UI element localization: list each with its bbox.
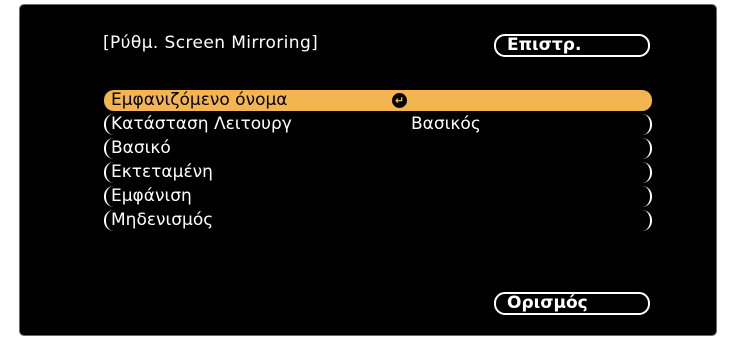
menu-item-reset[interactable]: Μηδενισμός [104,210,652,231]
menu-item-display[interactable]: Εμφάνιση [104,186,652,207]
menu-item-label: Κατάσταση Λειτουργ [111,114,292,134]
menu-title: [Ρύθμ. Screen Mirroring] [103,33,319,53]
set-button[interactable]: Ορισμός [494,292,650,315]
menu-item-label: Εμφάνιση [111,186,192,206]
menu-item-extended[interactable]: Εκτεταμένη [104,162,652,183]
osd-menu-panel: [Ρύθμ. Screen Mirroring] Επιστρ. Εμφανιζ… [19,4,717,336]
menu-item-value: Βασικός [411,114,481,134]
enter-icon: ↵ [392,93,407,108]
menu-item-label: Εμφανιζόμενο όνομα [111,90,288,110]
back-button[interactable]: Επιστρ. [494,34,650,57]
menu-item-operation-mode[interactable]: Κατάσταση Λειτουργ Βασικός [104,114,652,135]
settings-menu-list: Εμφανιζόμενο όνομα ↵ Κατάσταση Λειτουργ … [104,90,652,234]
menu-item-basic[interactable]: Βασικό [104,138,652,159]
menu-item-display-name[interactable]: Εμφανιζόμενο όνομα ↵ [104,90,652,111]
menu-item-label: Βασικό [111,138,171,158]
menu-item-label: Εκτεταμένη [111,162,213,182]
menu-item-label: Μηδενισμός [111,210,214,230]
